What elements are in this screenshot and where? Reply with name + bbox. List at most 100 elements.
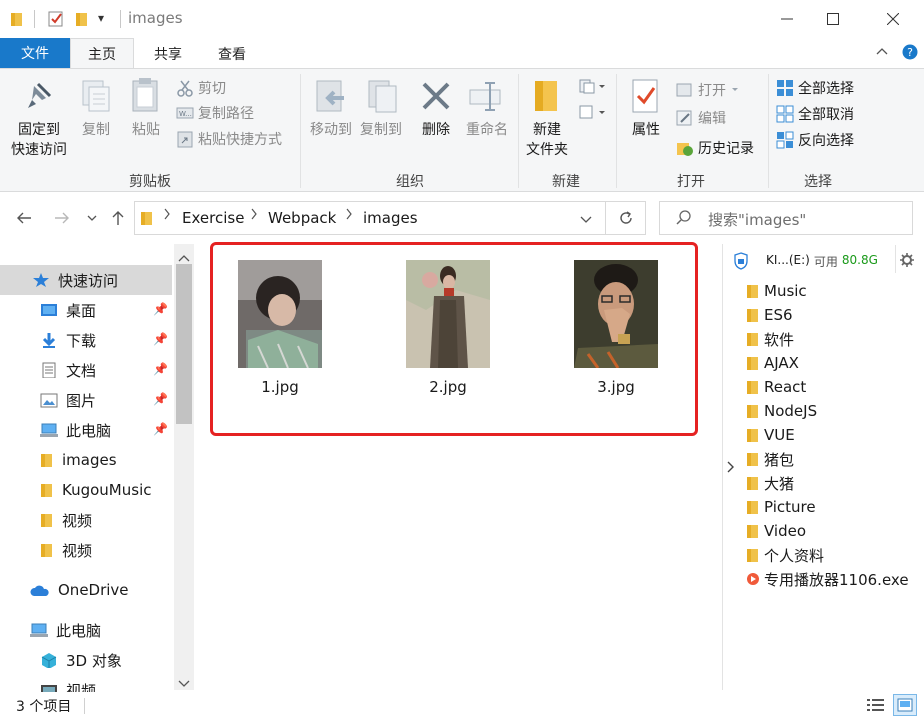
panel-item-picture[interactable]: Picture: [746, 495, 816, 519]
select-all-button[interactable]: 全部选择: [776, 77, 854, 99]
invert-selection-button[interactable]: 反向选择: [776, 129, 854, 151]
breadcrumb-separator-icon[interactable]: [345, 208, 353, 224]
nav-onedrive[interactable]: OneDrive: [0, 575, 172, 605]
pin-icon: 📌: [153, 422, 168, 436]
nav-this-pc-pinned[interactable]: 此电脑 📌: [0, 415, 172, 445]
copy-button[interactable]: 复制: [76, 120, 116, 140]
copy-path-button[interactable]: W... 复制路径: [176, 102, 254, 124]
panel-item-label: 大猪: [764, 474, 795, 493]
copy-to-button[interactable]: 复制到: [354, 120, 408, 140]
new-folder-icon[interactable]: [75, 11, 89, 31]
folder-icon: [41, 454, 52, 467]
gear-icon[interactable]: [900, 253, 914, 271]
panel-item-music[interactable]: Music: [746, 279, 807, 303]
nav-pictures[interactable]: 图片 📌: [0, 385, 172, 415]
breadcrumb-images[interactable]: images: [363, 209, 418, 227]
pin-to-quick-access-button[interactable]: 固定到 快速访问: [6, 120, 72, 160]
details-view-icon[interactable]: [866, 696, 886, 718]
folder-icon: [747, 381, 758, 394]
new-folder-button[interactable]: 新建 文件夹: [522, 120, 572, 160]
nav-videos-2[interactable]: 视频: [0, 535, 172, 565]
rename-button[interactable]: 重命名: [462, 120, 512, 140]
nav-scrollbar-thumb[interactable]: [176, 264, 192, 424]
nav-quick-access[interactable]: 快速访问: [0, 265, 172, 295]
panel-item-zhubao[interactable]: 猪包: [746, 447, 794, 471]
scroll-down-icon[interactable]: [178, 676, 190, 692]
tab-share[interactable]: 共享: [138, 38, 198, 69]
maximize-button[interactable]: [810, 0, 856, 38]
nav-label: 视频: [66, 681, 97, 693]
tab-home[interactable]: 主页: [70, 38, 134, 69]
pin-icon: 📌: [153, 392, 168, 406]
paste-button[interactable]: 粘贴: [126, 120, 166, 140]
panel-item-nodejs[interactable]: NodeJS: [746, 399, 817, 423]
back-arrow-icon: [17, 212, 31, 224]
paste-shortcut-button[interactable]: 粘贴快捷方式: [176, 128, 282, 150]
breadcrumb-exercise[interactable]: Exercise: [182, 209, 244, 227]
nav-desktop[interactable]: 桌面 📌: [0, 295, 172, 325]
tab-view[interactable]: 查看: [202, 38, 262, 69]
close-button[interactable]: [870, 0, 916, 38]
nav-3d-objects[interactable]: 3D 对象: [0, 645, 172, 675]
quick-access-dropdown[interactable]: ▾: [98, 11, 104, 25]
panel-item-label: 个人资料: [764, 546, 825, 565]
up-button[interactable]: [106, 206, 130, 230]
folder-icon: [747, 525, 758, 538]
expand-panel-button[interactable]: [722, 454, 740, 480]
address-history-dropdown[interactable]: [580, 213, 592, 229]
svg-text:W...: W...: [179, 110, 192, 118]
panel-item-es6[interactable]: ES6: [746, 303, 793, 327]
nav-videos-1[interactable]: 视频: [0, 505, 172, 535]
nav-documents[interactable]: 文档 📌: [0, 355, 172, 385]
panel-item-ajax[interactable]: AJAX: [746, 351, 799, 375]
breadcrumb-separator-icon[interactable]: [163, 208, 171, 224]
panel-item-player-exe[interactable]: 专用播放器1106.exe: [746, 567, 909, 591]
free-space-value: 80.8G: [841, 253, 878, 267]
edit-button[interactable]: 编辑: [676, 107, 726, 129]
open-button[interactable]: 打开: [676, 79, 740, 101]
history-button[interactable]: 历史记录: [676, 137, 754, 159]
nav-kugoumusic[interactable]: KugouMusic: [0, 475, 172, 505]
open-group-label: 打开: [677, 174, 705, 190]
recent-locations-button[interactable]: [82, 206, 102, 230]
refresh-button[interactable]: [606, 201, 646, 235]
paste-icon: [130, 76, 162, 118]
nav-videos-3[interactable]: 视频: [0, 675, 172, 692]
folder-icon: [747, 285, 758, 298]
edit-label: 编辑: [698, 111, 726, 127]
new-folder-label-1: 新建: [533, 122, 561, 138]
properties-button[interactable]: 属性: [624, 120, 668, 140]
select-none-button[interactable]: 全部取消: [776, 103, 854, 125]
pin-label-2: 快速访问: [11, 142, 67, 158]
easy-access-icon[interactable]: [578, 104, 608, 124]
new-item-icon[interactable]: [578, 78, 608, 98]
help-icon[interactable]: ?: [902, 44, 918, 64]
panel-item-software[interactable]: 软件: [746, 327, 794, 351]
collapse-ribbon-icon[interactable]: [876, 45, 888, 59]
select-none-icon: [776, 105, 794, 123]
nav-downloads[interactable]: 下载 📌: [0, 325, 172, 355]
tab-file[interactable]: 文件: [0, 38, 70, 68]
panel-item-dazhu[interactable]: 大猪: [746, 471, 794, 495]
drive-info: KI...(E:) 可用 80.8G: [766, 253, 878, 270]
cut-button[interactable]: 剪切: [176, 77, 226, 99]
nav-images[interactable]: images: [0, 445, 172, 475]
minimize-button[interactable]: [764, 0, 810, 38]
back-button[interactable]: [12, 206, 36, 230]
forward-button[interactable]: [50, 206, 74, 230]
nav-this-pc[interactable]: 此电脑: [0, 615, 172, 645]
properties-checkbox-icon[interactable]: [48, 10, 64, 31]
panel-item-video[interactable]: Video: [746, 519, 806, 543]
panel-item-personal[interactable]: 个人资料: [746, 543, 824, 567]
search-input[interactable]: 搜索"images": [708, 209, 806, 230]
delete-button[interactable]: 删除: [416, 120, 456, 140]
panel-item-react[interactable]: React: [746, 375, 806, 399]
nav-label: 3D 对象: [66, 651, 122, 670]
panel-item-vue[interactable]: VUE: [746, 423, 795, 447]
breadcrumb-webpack[interactable]: Webpack: [268, 209, 336, 227]
move-to-icon: [314, 78, 350, 120]
breadcrumb-separator-icon[interactable]: [250, 208, 258, 224]
organize-group-label: 组织: [396, 174, 424, 190]
move-to-button[interactable]: 移动到: [304, 120, 358, 140]
large-icons-view-icon[interactable]: [893, 694, 917, 716]
